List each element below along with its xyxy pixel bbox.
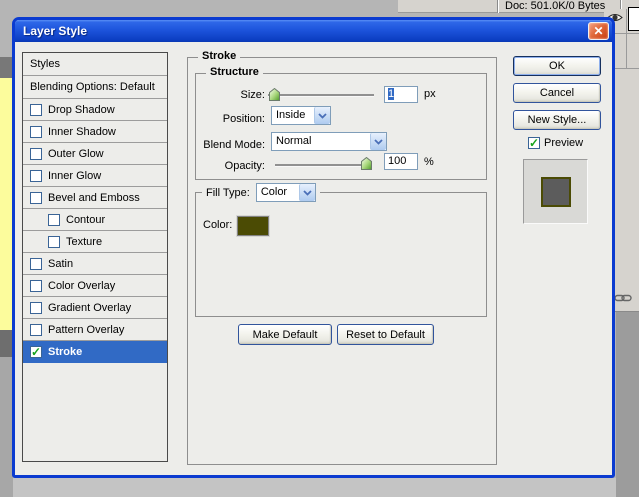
sidebar-item-pattern-overlay[interactable]: Pattern Overlay — [23, 319, 167, 341]
sidebar-item-drop-shadow[interactable]: Drop Shadow — [23, 99, 167, 121]
chevron-down-icon[interactable] — [314, 107, 330, 124]
sidebar-item-blending-options[interactable]: Blending Options: Default — [23, 76, 167, 99]
fill-type-group: Fill Type: Color — [195, 192, 487, 317]
style-preview-thumbnail — [523, 159, 588, 224]
bevel-emboss-checkbox[interactable] — [30, 192, 42, 204]
inner-glow-checkbox[interactable] — [30, 170, 42, 182]
texture-checkbox[interactable] — [48, 236, 60, 248]
sidebar-item-color-overlay[interactable]: Color Overlay — [23, 275, 167, 297]
link-layers-icon[interactable] — [614, 293, 634, 306]
stroke-panel-legend: Stroke — [198, 50, 240, 62]
sidebar-item-texture[interactable]: Texture — [23, 231, 167, 253]
stroke-color-swatch[interactable] — [237, 216, 269, 236]
preview-toggle[interactable]: Preview — [528, 137, 583, 149]
pattern-overlay-checkbox[interactable] — [30, 324, 42, 336]
outer-glow-checkbox[interactable] — [30, 148, 42, 160]
preview-label: Preview — [544, 137, 583, 149]
reset-to-default-button[interactable]: Reset to Default — [337, 324, 434, 345]
ok-button[interactable]: OK — [513, 56, 601, 76]
sidebar-item-contour[interactable]: Contour — [23, 209, 167, 231]
chevron-down-icon[interactable] — [370, 133, 386, 150]
structure-legend: Structure — [206, 66, 263, 78]
doc-size-readout: Doc: 501.0K/0 Bytes — [505, 0, 605, 13]
layer-style-dialog: Layer Style ✕ Styles Blending Options: D… — [12, 17, 615, 478]
blend-mode-label: Blend Mode: — [185, 138, 265, 152]
stroke-checkbox[interactable] — [30, 346, 42, 358]
opacity-unit: % — [424, 156, 434, 168]
size-unit: px — [424, 88, 436, 100]
position-label: Position: — [195, 112, 265, 126]
cancel-button[interactable]: Cancel — [513, 83, 601, 103]
opacity-slider-thumb[interactable] — [361, 157, 372, 170]
contour-checkbox[interactable] — [48, 214, 60, 226]
fill-type-select[interactable]: Color — [256, 183, 316, 202]
size-slider-thumb[interactable] — [269, 88, 280, 101]
dialog-titlebar[interactable]: Layer Style ✕ — [15, 20, 612, 42]
make-default-button[interactable]: Make Default — [238, 324, 332, 345]
position-select[interactable]: Inside — [271, 106, 331, 125]
size-input[interactable]: 1 — [384, 86, 418, 103]
dialog-title: Layer Style — [23, 24, 87, 38]
sidebar-item-outer-glow[interactable]: Outer Glow — [23, 143, 167, 165]
sidebar-item-inner-glow[interactable]: Inner Glow — [23, 165, 167, 187]
styles-list: Styles Blending Options: Default Drop Sh… — [22, 52, 168, 462]
sidebar-item-inner-shadow[interactable]: Inner Shadow — [23, 121, 167, 143]
color-label: Color: — [203, 219, 232, 231]
satin-checkbox[interactable] — [30, 258, 42, 270]
color-overlay-checkbox[interactable] — [30, 280, 42, 292]
blend-mode-select[interactable]: Normal — [271, 132, 387, 151]
drop-shadow-checkbox[interactable] — [30, 104, 42, 116]
stroke-preview-square — [541, 177, 571, 207]
close-icon[interactable]: ✕ — [588, 22, 609, 40]
status-divider — [497, 0, 498, 13]
dialog-body: Styles Blending Options: Default Drop Sh… — [15, 42, 612, 475]
preview-checkbox[interactable] — [528, 137, 540, 149]
document-status-bar: Doc: 501.0K/0 Bytes — [398, 0, 639, 13]
size-slider-track[interactable] — [268, 94, 374, 96]
app-background-bottom — [0, 478, 639, 497]
size-label: Size: — [205, 88, 265, 102]
opacity-input[interactable]: 100 — [384, 153, 418, 170]
sidebar-item-styles[interactable]: Styles — [23, 53, 167, 76]
layer-thumbnail[interactable] — [628, 7, 639, 31]
opacity-slider-track[interactable] — [275, 164, 372, 166]
inner-shadow-checkbox[interactable] — [30, 126, 42, 138]
opacity-label: Opacity: — [195, 159, 265, 173]
chevron-down-icon[interactable] — [299, 184, 315, 201]
gradient-overlay-checkbox[interactable] — [30, 302, 42, 314]
palette-well-background — [616, 312, 639, 497]
sidebar-item-satin[interactable]: Satin — [23, 253, 167, 275]
sidebar-item-gradient-overlay[interactable]: Gradient Overlay — [23, 297, 167, 319]
sidebar-item-bevel-and-emboss[interactable]: Bevel and Emboss — [23, 187, 167, 209]
fill-type-label: Fill Type: — [206, 187, 250, 199]
sidebar-item-stroke[interactable]: Stroke — [23, 341, 167, 363]
new-style-button[interactable]: New Style... — [513, 110, 601, 130]
